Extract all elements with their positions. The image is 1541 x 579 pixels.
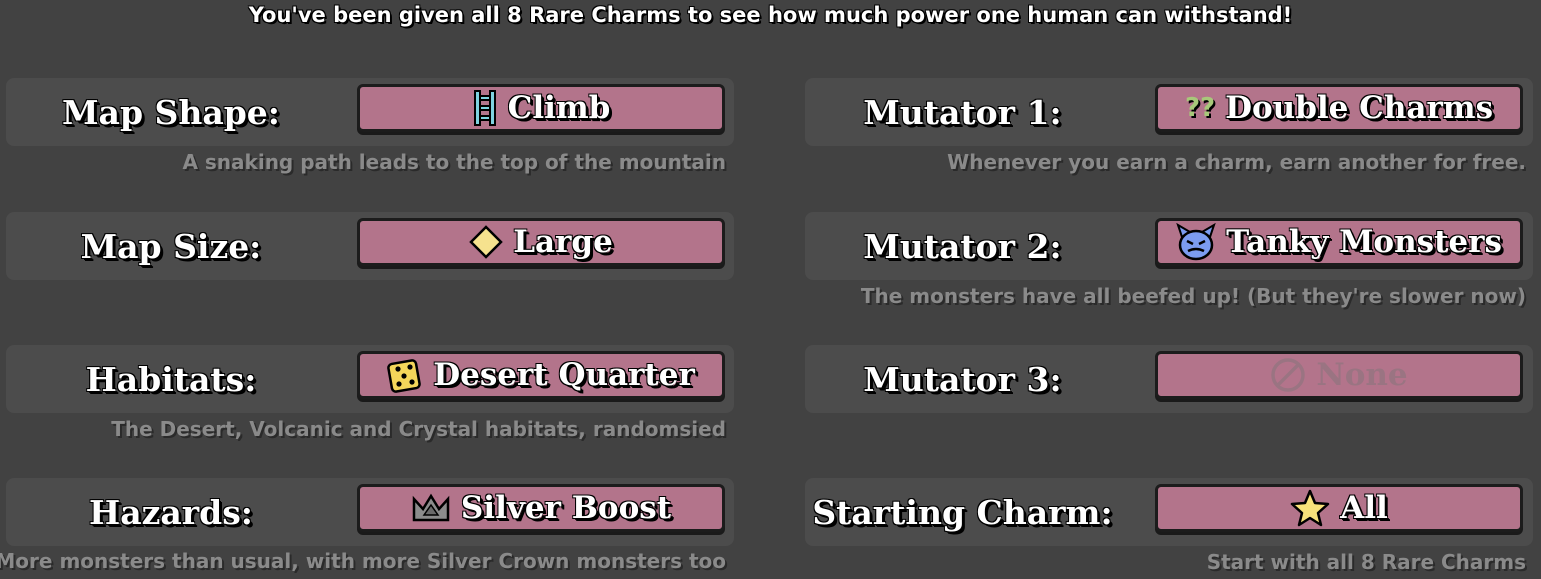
mutator-2-value: Tanky Monsters: [1226, 224, 1502, 260]
dice-icon: [387, 357, 423, 393]
map-shape-value: Climb: [507, 90, 611, 126]
monster-face-icon: [1176, 223, 1216, 261]
ladder-icon: [472, 90, 498, 126]
map-size-button[interactable]: Large: [357, 218, 725, 266]
none-icon: [1270, 357, 1306, 393]
habitats-button[interactable]: Desert Quarter: [357, 351, 725, 399]
starting-charm-label: Starting Charm:: [812, 493, 1113, 532]
hazards-description: More monsters than usual, with more Silv…: [0, 549, 726, 573]
map-size-label: Map Size:: [80, 227, 262, 266]
habitats-description: The Desert, Volcanic and Crystal habitat…: [111, 417, 726, 441]
row-mutator-1: Mutator 1: ?? Double Charms: [805, 78, 1533, 146]
habitats-label: Habitats:: [85, 360, 257, 399]
map-shape-button[interactable]: Climb: [357, 84, 725, 132]
mutator-3-label: Mutator 3:: [863, 360, 1062, 399]
row-hazards: Hazards: Silver Boost: [6, 478, 734, 546]
mutator-2-description: The monsters have all beefed up! (But th…: [860, 284, 1526, 308]
habitats-value: Desert Quarter: [433, 357, 695, 393]
mutator-1-button[interactable]: ?? Double Charms: [1155, 84, 1523, 132]
mutator-1-value: Double Charms: [1225, 90, 1494, 126]
row-mutator-3: Mutator 3: None: [805, 345, 1533, 413]
starting-charm-description: Start with all 8 Rare Charms: [1206, 550, 1526, 574]
mutator-2-label: Mutator 2:: [863, 227, 1062, 266]
hazards-button[interactable]: Silver Boost: [357, 484, 725, 532]
row-habitats: Habitats: Desert Quarter: [6, 345, 734, 413]
mutator-3-button[interactable]: None: [1155, 351, 1523, 399]
mutator-1-description: Whenever you earn a charm, earn another …: [947, 150, 1526, 174]
map-size-value: Large: [513, 224, 613, 260]
star-icon: [1290, 489, 1330, 527]
mutator-2-button[interactable]: Tanky Monsters: [1155, 218, 1523, 266]
mutator-1-label: Mutator 1:: [863, 93, 1062, 132]
hazards-value: Silver Boost: [460, 490, 672, 526]
row-starting-charm: Starting Charm: All: [805, 478, 1533, 546]
crown-icon: [411, 493, 451, 523]
row-map-shape: Map Shape: Climb: [6, 78, 734, 146]
hazards-label: Hazards:: [89, 493, 253, 532]
intro-message: You've been given all 8 Rare Charms to s…: [248, 3, 1293, 27]
row-mutator-2: Mutator 2: Tanky Monsters: [805, 212, 1533, 280]
question-marks-icon: ??: [1184, 93, 1216, 123]
diamond-icon: [469, 225, 503, 259]
map-shape-description: A snaking path leads to the top of the m…: [182, 150, 726, 174]
row-map-size: Map Size: Large: [6, 212, 734, 280]
starting-charm-button[interactable]: All: [1155, 484, 1523, 532]
starting-charm-value: All: [1340, 490, 1388, 526]
map-shape-label: Map Shape:: [62, 93, 280, 132]
mutator-3-value: None: [1316, 357, 1408, 393]
